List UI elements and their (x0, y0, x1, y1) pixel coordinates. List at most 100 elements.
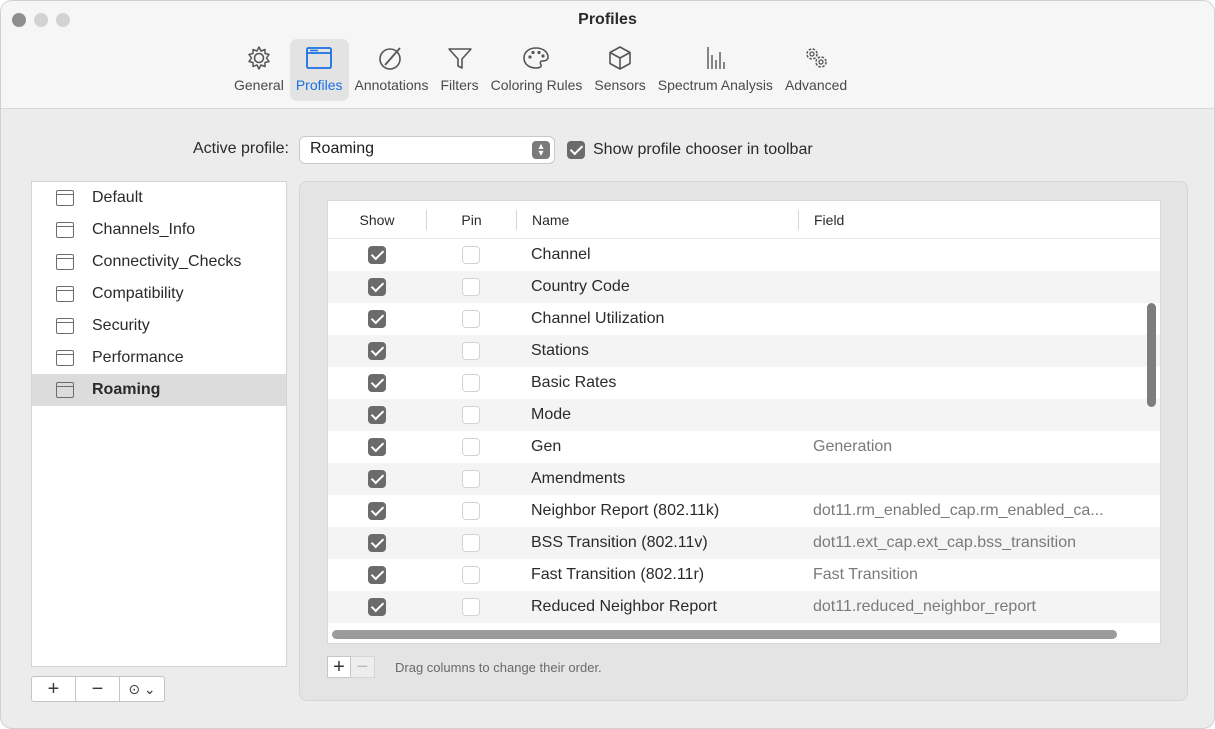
table-row[interactable]: Channel Utilization (328, 303, 1160, 335)
remove-column-button[interactable]: − (351, 656, 375, 678)
pin-checkbox[interactable] (462, 342, 480, 360)
profile-item[interactable]: Performance (32, 342, 286, 374)
drag-hint: Drag columns to change their order. (395, 659, 602, 675)
window-icon (56, 318, 74, 334)
tab-profiles[interactable]: Profiles (289, 39, 349, 101)
window-icon (306, 47, 333, 69)
profile-item[interactable]: Connectivity_Checks (32, 246, 286, 278)
show-checkbox[interactable] (368, 406, 386, 424)
profile-item[interactable]: Compatibility (32, 278, 286, 310)
show-checkbox[interactable] (368, 502, 386, 520)
pin-checkbox[interactable] (462, 598, 480, 616)
pin-cell (426, 278, 516, 296)
table-row[interactable]: Mode (328, 399, 1160, 431)
column-name: Basic Rates (531, 374, 617, 391)
tab-general[interactable]: General (228, 39, 290, 101)
show-cell (328, 342, 426, 360)
tab-label: Spectrum Analysis (657, 77, 773, 93)
tab-spectrum-analysis[interactable]: Spectrum Analysis (652, 39, 779, 101)
tab-sensors[interactable]: Sensors (588, 39, 651, 101)
show-checkbox[interactable] (368, 342, 386, 360)
pin-checkbox[interactable] (462, 502, 480, 520)
show-cell (328, 374, 426, 392)
show-cell (328, 246, 426, 264)
profile-item[interactable]: Default (32, 182, 286, 214)
add-profile-button[interactable]: + (32, 677, 76, 701)
profile-item-selected[interactable]: Roaming (32, 374, 286, 406)
header-pin[interactable]: Pin (426, 209, 516, 230)
table-row[interactable]: Reduced Neighbor Report dot11.reduced_nei… (328, 591, 1160, 623)
column-name: Gen (531, 438, 562, 455)
gears-icon (806, 48, 827, 68)
pin-checkbox[interactable] (462, 278, 480, 296)
table-row[interactable]: Basic Rates (328, 367, 1160, 399)
profile-item[interactable]: Channels_Info (32, 214, 286, 246)
column-name: Neighbor Report (802.11k) (531, 502, 720, 519)
show-checkbox[interactable] (368, 598, 386, 616)
show-checkbox[interactable] (368, 470, 386, 488)
pin-checkbox[interactable] (462, 246, 480, 264)
show-cell (328, 502, 426, 520)
table-row[interactable]: BSS Transition (802.11v) dot11.ext_cap.ex… (328, 527, 1160, 559)
show-checkbox[interactable] (368, 438, 386, 456)
show-cell (328, 566, 426, 584)
horizontal-scrollbar[interactable] (332, 630, 1117, 639)
table-row[interactable]: Fast Transition (802.11r) Fast Transition (328, 559, 1160, 591)
show-chooser-option[interactable]: Show profile chooser in toolbar (567, 141, 813, 159)
show-checkbox[interactable] (368, 374, 386, 392)
pin-checkbox[interactable] (462, 438, 480, 456)
table-row[interactable]: Amendments (328, 463, 1160, 495)
pin-checkbox[interactable] (462, 470, 480, 488)
window-icon (56, 254, 74, 270)
pin-checkbox[interactable] (462, 566, 480, 584)
pin-checkbox[interactable] (462, 406, 480, 424)
column-name: Amendments (531, 470, 626, 487)
pin-cell (426, 246, 516, 264)
remove-profile-button[interactable]: − (76, 677, 120, 701)
show-checkbox[interactable] (368, 566, 386, 584)
funnel-icon (447, 48, 472, 69)
tab-label: Filters (440, 77, 479, 93)
window-icon (56, 190, 74, 206)
columns-table: Show Pin Name Field Channel Country Code C… (327, 200, 1161, 644)
column-name: BSS Transition (802.11v) (531, 534, 708, 551)
profile-list-buttons: + − ⊙ ⌄ (31, 676, 165, 702)
profile-name: Connectivity_Checks (92, 253, 242, 270)
tab-filters[interactable]: Filters (434, 39, 484, 101)
vertical-scrollbar[interactable] (1147, 303, 1156, 407)
table-row[interactable]: Country Code (328, 271, 1160, 303)
profile-name: Compatibility (92, 285, 184, 302)
show-cell (328, 534, 426, 552)
table-row[interactable]: Gen Generation (328, 431, 1160, 463)
pin-checkbox[interactable] (462, 374, 480, 392)
pin-cell (426, 342, 516, 360)
table-row[interactable]: Stations (328, 335, 1160, 367)
show-checkbox[interactable] (368, 278, 386, 296)
header-name[interactable]: Name (516, 209, 798, 230)
profile-actions-menu-button[interactable]: ⊙ ⌄ (120, 677, 164, 701)
profile-list: Default Channels_Info Connectivity_Check… (31, 181, 287, 667)
window-icon (56, 382, 74, 398)
tab-annotations[interactable]: Annotations (349, 39, 435, 101)
header-field[interactable]: Field (798, 209, 1143, 230)
show-chooser-checkbox[interactable] (567, 141, 585, 159)
show-checkbox[interactable] (368, 534, 386, 552)
pin-checkbox[interactable] (462, 310, 480, 328)
column-name: Reduced Neighbor Report (531, 598, 717, 615)
tab-label: Profiles (295, 77, 343, 93)
tab-coloring-rules[interactable]: Coloring Rules (485, 39, 589, 101)
show-checkbox[interactable] (368, 310, 386, 328)
table-header: Show Pin Name Field (328, 201, 1160, 239)
active-profile-select[interactable]: Roaming ▴ ▾ (299, 136, 555, 164)
show-chooser-label: Show profile chooser in toolbar (593, 141, 813, 158)
profile-item[interactable]: Security (32, 310, 286, 342)
header-show[interactable]: Show (328, 210, 426, 230)
column-name: Channel Utilization (531, 310, 665, 327)
table-row[interactable]: Channel (328, 239, 1160, 271)
table-body: Channel Country Code Channel Utilization St… (328, 239, 1160, 623)
tab-advanced[interactable]: Advanced (779, 39, 853, 101)
add-column-button[interactable]: + (327, 656, 351, 678)
pin-checkbox[interactable] (462, 534, 480, 552)
show-checkbox[interactable] (368, 246, 386, 264)
table-row[interactable]: Neighbor Report (802.11k) dot11.rm_enable… (328, 495, 1160, 527)
